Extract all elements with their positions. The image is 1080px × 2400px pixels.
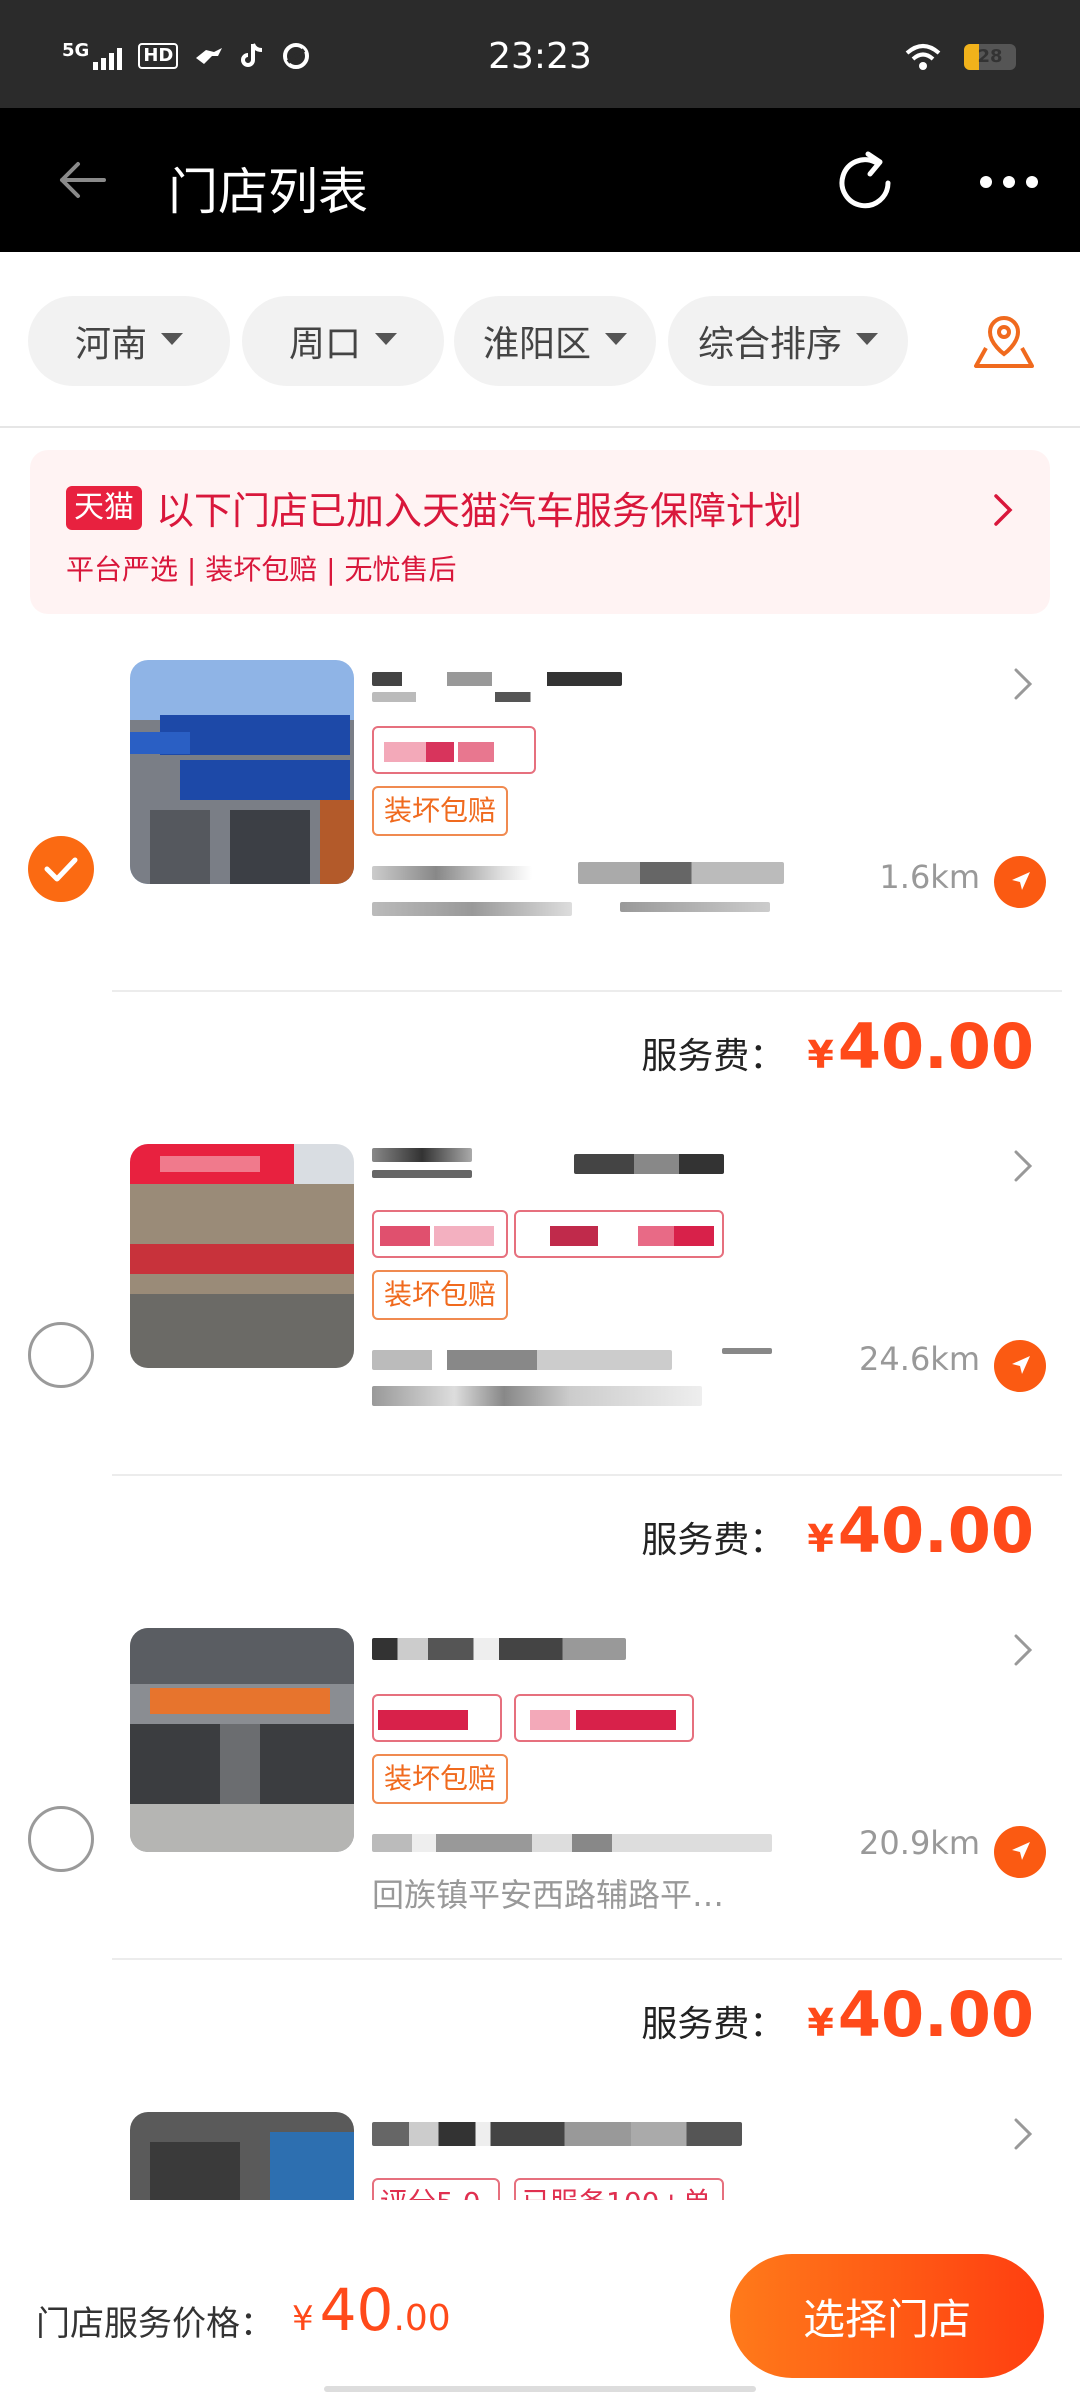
store-distance: 24.6km	[859, 1340, 980, 1378]
store-price: ¥ 40 .00	[292, 2276, 451, 2344]
store-photo	[130, 2112, 354, 2200]
currency-symbol: ¥	[807, 1517, 834, 1561]
banner-title: 以下门店已加入天猫汽车服务保障计划	[156, 489, 803, 533]
status-bar: 5G HD 23:23 28	[0, 0, 1080, 108]
service-fee-value: 40.00	[837, 1978, 1034, 2051]
store-price-integer: 40	[319, 2276, 394, 2344]
store-select-radio[interactable]	[28, 1322, 94, 1388]
store-distance: 20.9km	[859, 1824, 980, 1862]
currency-symbol: ¥	[292, 2299, 314, 2339]
banner-subtitle: 平台严选 | 装坏包赔 | 无忧售后	[66, 553, 457, 586]
store-orders-tag: 已服务100+单	[514, 2178, 724, 2200]
currency-symbol: ¥	[807, 1033, 834, 1077]
repair-guarantee-tag: 装坏包赔	[372, 1754, 509, 1804]
service-fee: 服务费： ¥ 40.00	[641, 1010, 1034, 1083]
chevron-right-icon	[1014, 1150, 1033, 1182]
store-distance: 1.6km	[879, 858, 980, 896]
refresh-icon[interactable]	[830, 148, 900, 218]
navigate-icon[interactable]	[994, 1826, 1046, 1878]
store-orders-tag-redacted	[514, 1210, 724, 1258]
service-fee-label: 服务费：	[641, 1520, 786, 1561]
status-right: 28	[904, 42, 1016, 72]
store-card[interactable]: 装坏包赔 回族镇平安西路辅路平… 20.9km 服务费： ¥ 40.00	[0, 1608, 1080, 2058]
store-photo	[130, 1144, 354, 1368]
store-rating-tag: 评分5.0	[372, 2178, 500, 2200]
store-price-decimal: .00	[393, 2298, 451, 2339]
filter-province-label: 河南	[74, 324, 147, 365]
divider	[112, 1474, 1062, 1476]
store-select-radio[interactable]	[28, 1806, 94, 1872]
filter-sort-label: 综合排序	[697, 324, 842, 365]
battery-level: 28	[977, 46, 1003, 67]
service-fee-value: 40.00	[837, 1494, 1034, 1567]
store-price-label: 门店服务价格：	[36, 2304, 274, 2344]
select-store-button[interactable]: 选择门店	[730, 2254, 1044, 2378]
chevron-down-icon	[375, 333, 397, 345]
store-card[interactable]: 装坏包赔 1.6km 服务费： ¥ 40.00	[0, 640, 1080, 1090]
store-photo	[130, 1628, 354, 1852]
store-photo	[130, 660, 354, 884]
currency-symbol: ¥	[807, 2001, 834, 2045]
filter-bar: 河南 周口 淮阳区 综合排序	[0, 252, 1080, 428]
map-location-icon[interactable]	[972, 312, 1036, 376]
store-card[interactable]: 装坏包赔 24.6km 服务费： ¥ 40.00	[0, 1124, 1080, 1574]
service-fee-value: 40.00	[837, 1010, 1034, 1083]
chevron-right-icon	[1014, 668, 1033, 700]
chevron-right-icon	[994, 494, 1013, 526]
back-arrow-icon[interactable]	[52, 150, 112, 210]
chevron-down-icon	[161, 333, 183, 345]
store-orders-tag-redacted	[514, 1694, 694, 1742]
service-fee-label: 服务费：	[641, 1036, 786, 1077]
filter-sort[interactable]: 综合排序	[668, 296, 908, 386]
navigate-icon[interactable]	[994, 856, 1046, 908]
filter-district-label: 淮阳区	[482, 324, 591, 365]
store-rating-text: 评分5.0	[380, 2186, 481, 2200]
store-rating-tag-redacted	[372, 726, 536, 774]
store-select-radio[interactable]	[28, 836, 94, 902]
service-fee-label: 服务费：	[641, 2004, 786, 2045]
navigate-icon[interactable]	[994, 1340, 1046, 1392]
chevron-right-icon	[1014, 1634, 1033, 1666]
guarantee-banner[interactable]: 天猫 以下门店已加入天猫汽车服务保障计划 平台严选 | 装坏包赔 | 无忧售后	[30, 450, 1050, 614]
filter-province[interactable]: 河南	[28, 296, 230, 386]
repair-guarantee-tag: 装坏包赔	[372, 1270, 509, 1320]
battery-icon: 28	[964, 44, 1016, 70]
divider	[112, 990, 1062, 992]
repair-guarantee-tag: 装坏包赔	[372, 786, 509, 836]
tmall-badge: 天猫	[66, 486, 142, 530]
store-orders-text: 已服务100+单	[522, 2186, 711, 2200]
bottom-bar: 门店服务价格： ¥ 40 .00 选择门店	[0, 2200, 1080, 2400]
divider	[112, 1958, 1062, 1960]
chevron-right-icon	[1014, 2118, 1033, 2150]
store-address: 回族镇平安西路辅路平…	[372, 1876, 725, 1914]
check-icon	[44, 857, 78, 882]
more-options-icon[interactable]	[974, 162, 1044, 202]
chevron-down-icon	[856, 333, 878, 345]
page-title: 门店列表	[168, 163, 368, 221]
store-rating-tag-redacted	[372, 1210, 508, 1258]
title-bar: 门店列表	[0, 108, 1080, 252]
chevron-down-icon	[605, 333, 627, 345]
service-fee: 服务费： ¥ 40.00	[641, 1978, 1034, 2051]
home-indicator[interactable]	[324, 2386, 756, 2392]
filter-district[interactable]: 淮阳区	[454, 296, 656, 386]
service-fee: 服务费： ¥ 40.00	[641, 1494, 1034, 1567]
store-card[interactable]: 评分5.0 已服务100+单	[0, 2092, 1080, 2200]
store-rating-tag-redacted	[372, 1694, 502, 1742]
wifi-icon	[905, 44, 941, 70]
filter-city[interactable]: 周口	[242, 296, 444, 386]
filter-city-label: 周口	[288, 324, 361, 365]
